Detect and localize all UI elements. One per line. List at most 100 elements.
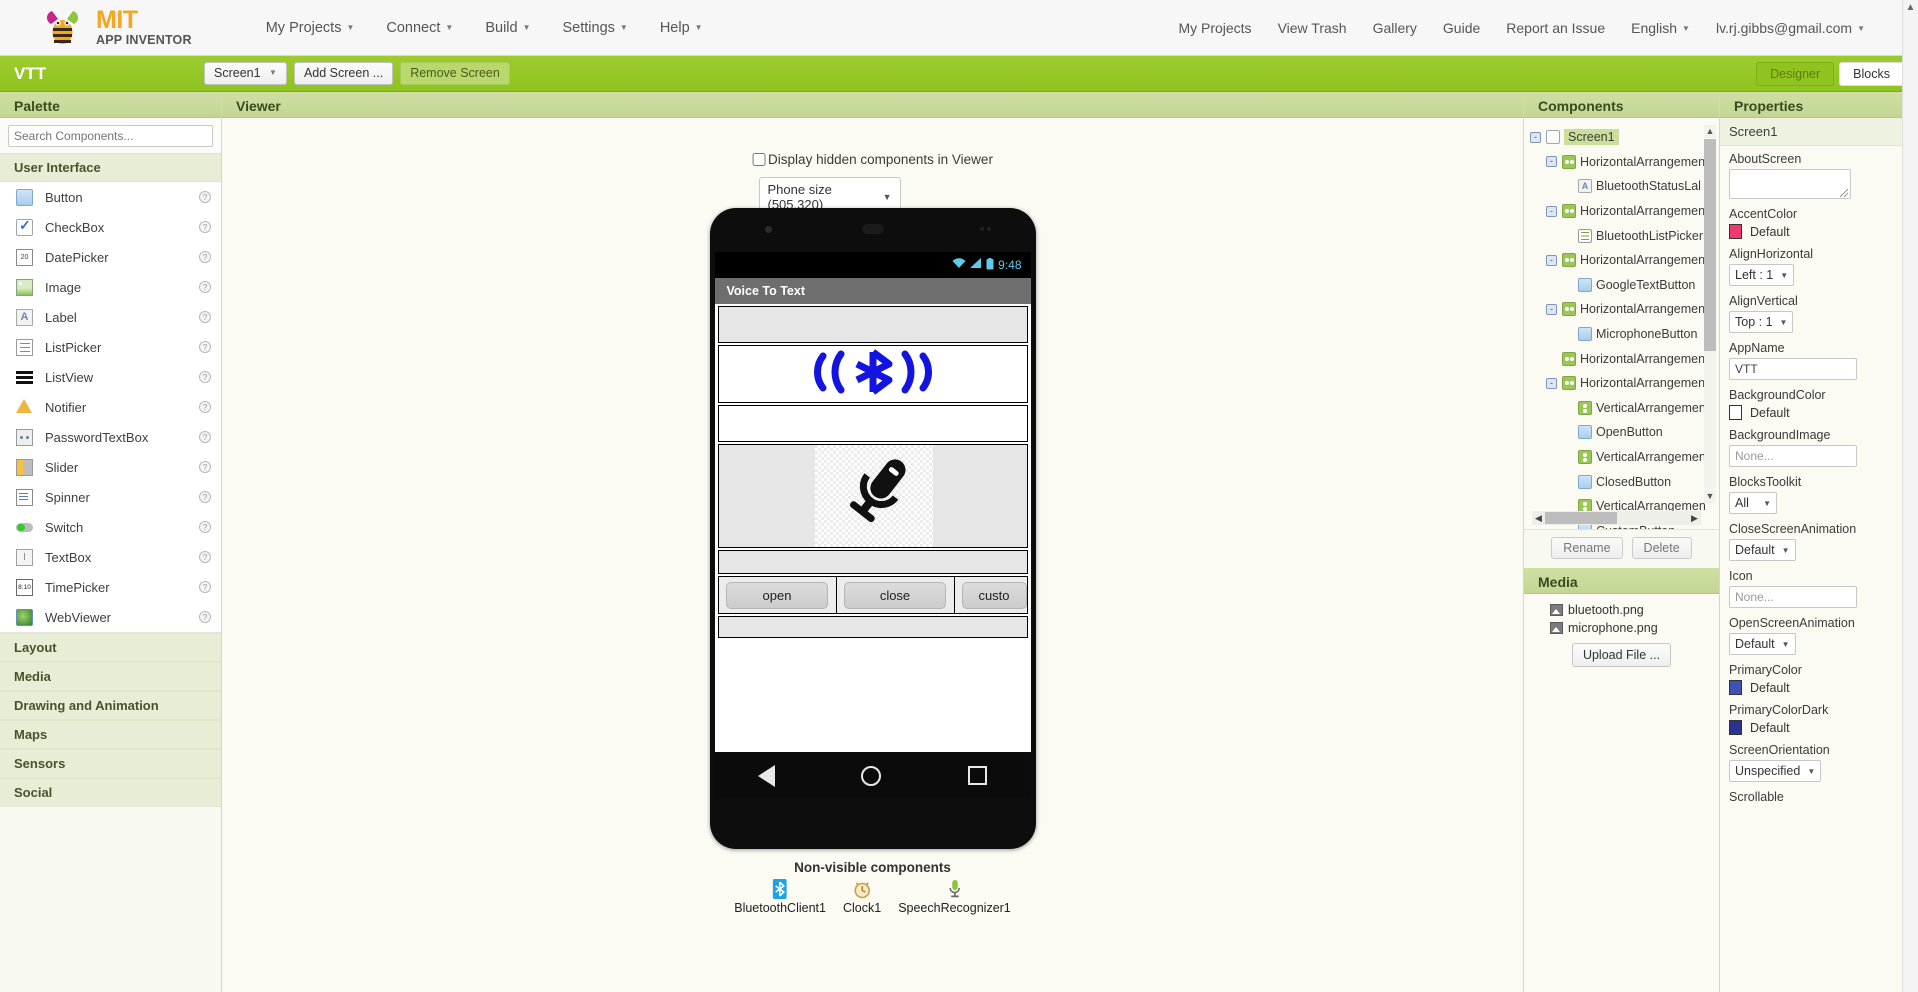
help-icon[interactable]: ? (199, 401, 211, 413)
horizontal-arrangement-3[interactable] (717, 405, 1028, 442)
collapse-icon[interactable]: - (1546, 205, 1557, 217)
screenorientation-select[interactable]: Unspecified ▼ (1729, 760, 1822, 782)
non-visible-clock1[interactable]: Clock1 (843, 878, 881, 915)
palette-category-maps[interactable]: Maps (0, 720, 221, 749)
help-icon[interactable]: ? (199, 311, 211, 323)
add-screen-button[interactable]: Add Screen ... (293, 61, 394, 86)
scroll-up-icon[interactable]: ▲ (1903, 0, 1918, 16)
link-guide[interactable]: Guide (1430, 14, 1493, 42)
horizontal-arrangement-2[interactable] (717, 345, 1028, 403)
page-scrollbar[interactable]: ▲ (1902, 0, 1918, 992)
menu-connect[interactable]: Connect ▼ (370, 14, 469, 42)
scroll-thumb[interactable] (1545, 512, 1617, 524)
backgroundimage-input[interactable] (1729, 445, 1857, 467)
palette-item-spinner[interactable]: Spinner ? (0, 482, 221, 512)
tree-node-microphonebutton[interactable]: MicrophoneButton (1530, 322, 1719, 347)
tree-node-horizontalarrangement-4[interactable]: - HorizontalArrangemen (1530, 297, 1719, 322)
closescreenanimation-select[interactable]: Default ▼ (1729, 539, 1796, 561)
open-button[interactable]: open (726, 581, 828, 609)
horizontal-arrangement-4[interactable] (717, 444, 1028, 548)
palette-category-media[interactable]: Media (0, 662, 221, 691)
tree-node-horizontalarrangement-1[interactable]: - HorizontalArrangemen (1530, 150, 1719, 175)
palette-category-sensors[interactable]: Sensors (0, 749, 221, 778)
palette-item-listpicker[interactable]: ListPicker ? (0, 332, 221, 362)
tree-node-closedbutton[interactable]: ClosedButton (1530, 469, 1719, 494)
palette-item-image[interactable]: Image ? (0, 272, 221, 302)
palette-item-notifier[interactable]: Notifier ? (0, 392, 221, 422)
collapse-icon[interactable]: - (1530, 131, 1541, 143)
collapse-icon[interactable]: - (1546, 303, 1557, 315)
collapse-icon[interactable]: - (1546, 377, 1557, 389)
tree-node-openbutton[interactable]: OpenButton (1530, 420, 1719, 445)
vertical-arrangement-open[interactable]: open (718, 577, 837, 613)
menu-help[interactable]: Help ▼ (644, 14, 719, 42)
delete-button[interactable]: Delete (1631, 537, 1692, 559)
vertical-arrangement-close[interactable]: close (836, 577, 955, 613)
remove-screen-button[interactable]: Remove Screen (400, 61, 510, 86)
vertical-arrangement-custom[interactable]: custo (954, 577, 1027, 613)
help-icon[interactable]: ? (199, 341, 211, 353)
mit-app-inventor-logo[interactable]: MIT APP INVENTOR (42, 7, 192, 49)
backgroundcolor-picker[interactable]: Default (1729, 405, 1909, 420)
rename-button[interactable]: Rename (1551, 537, 1623, 559)
help-icon[interactable]: ? (199, 611, 211, 623)
primarycolor-picker[interactable]: Default (1729, 680, 1909, 695)
screen-selector[interactable]: Screen1 ▼ (204, 61, 287, 86)
non-visible-bluetoothclient1[interactable]: BluetoothClient1 (734, 878, 826, 915)
help-icon[interactable]: ? (199, 431, 211, 443)
horizontal-arrangement-5[interactable] (717, 550, 1028, 574)
accentcolor-picker[interactable]: Default (1729, 224, 1909, 239)
menu-settings[interactable]: Settings ▼ (547, 14, 644, 42)
help-icon[interactable]: ? (199, 371, 211, 383)
palette-item-webviewer[interactable]: WebViewer ? (0, 602, 221, 632)
media-item-bluetooth-png[interactable]: bluetooth.png (1524, 601, 1719, 619)
menu-my-projects[interactable]: My Projects ▼ (250, 14, 371, 42)
palette-item-passwordtextbox[interactable]: PasswordTextBox ? (0, 422, 221, 452)
display-hidden-components-checkbox[interactable] (752, 153, 766, 166)
blockstoolkit-select[interactable]: All ▼ (1729, 492, 1777, 514)
tree-node-horizontalarrangement-3[interactable]: - HorizontalArrangemen (1530, 248, 1719, 273)
collapse-icon[interactable]: - (1546, 156, 1557, 168)
scroll-down-icon[interactable]: ▼ (1704, 490, 1716, 503)
home-icon[interactable] (861, 765, 882, 786)
palette-item-timepicker[interactable]: 8:10 TimePicker ? (0, 572, 221, 602)
link-my-projects[interactable]: My Projects (1165, 14, 1264, 42)
help-icon[interactable]: ? (199, 521, 211, 533)
palette-item-listview[interactable]: ListView ? (0, 362, 221, 392)
palette-item-button[interactable]: Button ? (0, 182, 221, 212)
help-icon[interactable]: ? (199, 191, 211, 203)
tree-node-screen1[interactable]: - Screen1 (1530, 125, 1719, 150)
tree-node-bluetoothlistpicker[interactable]: BluetoothListPicker (1530, 223, 1719, 248)
tree-node-horizontalarrangement-5[interactable]: HorizontalArrangemen (1530, 346, 1719, 371)
horizontal-arrangement-6[interactable]: open close custo (717, 576, 1028, 614)
primarycolordark-picker[interactable]: Default (1729, 720, 1909, 735)
language-selector[interactable]: English ▼ (1618, 14, 1703, 42)
scroll-right-icon[interactable]: ▶ (1688, 513, 1701, 524)
palette-item-textbox[interactable]: I TextBox ? (0, 542, 221, 572)
search-components-input[interactable] (8, 125, 213, 147)
close-button[interactable]: close (844, 581, 946, 609)
palette-category-layout[interactable]: Layout (0, 633, 221, 662)
appname-input[interactable] (1729, 358, 1857, 380)
tree-node-horizontalarrangement-6[interactable]: - HorizontalArrangemen (1530, 371, 1719, 396)
component-tree-horizontal-scrollbar[interactable]: ◀ ▶ (1532, 511, 1701, 525)
scroll-up-icon[interactable]: ▲ (1704, 125, 1716, 138)
openscreenanimation-select[interactable]: Default ▼ (1729, 633, 1796, 655)
horizontal-arrangement-7[interactable] (717, 616, 1028, 638)
palette-item-checkbox[interactable]: CheckBox ? (0, 212, 221, 242)
palette-category-social[interactable]: Social (0, 778, 221, 807)
tree-node-verticalarrangement-2[interactable]: VerticalArrangemen (1530, 445, 1719, 470)
media-item-microphone-png[interactable]: microphone.png (1524, 619, 1719, 637)
help-icon[interactable]: ? (199, 491, 211, 503)
back-icon[interactable] (757, 764, 775, 787)
custom-button[interactable]: custo (961, 581, 1027, 609)
icon-input[interactable] (1729, 586, 1857, 608)
help-icon[interactable]: ? (199, 221, 211, 233)
palette-item-slider[interactable]: Slider ? (0, 452, 221, 482)
horizontal-arrangement-1[interactable] (717, 306, 1028, 343)
tab-designer[interactable]: Designer (1756, 61, 1835, 86)
collapse-icon[interactable]: - (1546, 254, 1557, 266)
component-tree-vertical-scrollbar[interactable]: ▲ ▼ (1704, 125, 1716, 503)
alignhorizontal-select[interactable]: Left : 1 ▼ (1729, 264, 1795, 286)
scroll-left-icon[interactable]: ◀ (1532, 513, 1545, 524)
